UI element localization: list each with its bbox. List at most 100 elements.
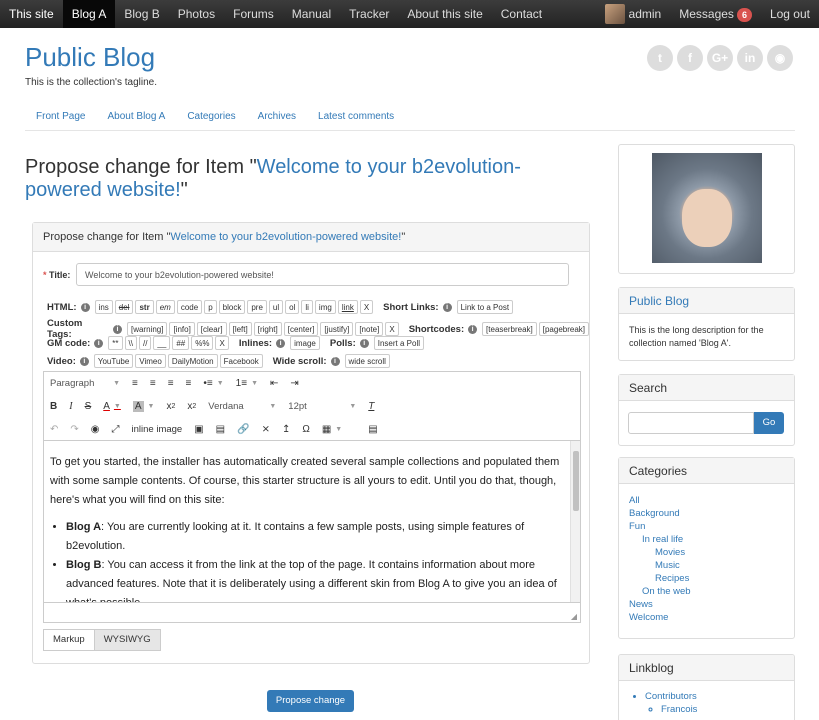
tb-note[interactable]: [note] <box>355 322 384 336</box>
linkblog-item-contributors[interactable]: Contributors <box>645 690 784 703</box>
tb-code[interactable]: code <box>176 300 203 314</box>
info-icon[interactable]: i <box>442 302 452 312</box>
tb-gm-bold[interactable]: ** <box>108 336 123 350</box>
link-icon[interactable]: 🔗 <box>231 418 255 441</box>
tb-block[interactable]: block <box>218 300 246 314</box>
blog-info-title[interactable]: Public Blog <box>619 288 794 314</box>
tb-youtube[interactable]: YouTube <box>93 354 134 368</box>
superscript-icon[interactable]: x2 <box>181 395 202 418</box>
tb-custom-close[interactable]: X <box>385 322 399 336</box>
align-justify-icon[interactable]: ≡ <box>180 372 198 395</box>
title-input[interactable] <box>76 263 569 286</box>
image-icon[interactable]: ▣ <box>188 418 209 441</box>
tb-ul[interactable]: ul <box>268 300 284 314</box>
tb-html-close[interactable]: X <box>359 300 374 314</box>
upload-icon[interactable]: ↥ <box>276 418 296 441</box>
align-right-icon[interactable]: ≡ <box>162 372 180 395</box>
tb-link-to-post[interactable]: Link to a Post <box>456 300 514 314</box>
nav-manual[interactable]: Manual <box>283 0 340 28</box>
font-family-select[interactable]: Verdana ▼ <box>202 397 282 417</box>
messages-link[interactable]: Messages 6 <box>670 0 761 28</box>
redo-icon[interactable]: ↷ <box>64 418 84 441</box>
propose-change-button[interactable]: Propose change <box>267 690 354 712</box>
tb-gm-underline[interactable]: __ <box>153 336 171 350</box>
nav-tracker[interactable]: Tracker <box>340 0 398 28</box>
category-music[interactable]: Music <box>629 559 784 572</box>
tb-gm-code[interactable]: %% <box>191 336 214 350</box>
category-news[interactable]: News <box>629 598 784 611</box>
info-icon[interactable]: i <box>80 302 90 312</box>
category-welcome[interactable]: Welcome <box>629 611 784 624</box>
category-on-the-web[interactable]: On the web <box>629 585 784 598</box>
editor-content[interactable]: To get you started, the installer has au… <box>44 441 572 603</box>
indent-icon[interactable]: ⇥ <box>284 372 304 395</box>
category-background[interactable]: Background <box>629 507 784 520</box>
tb-dailymotion[interactable]: DailyMotion <box>167 354 218 368</box>
info-icon[interactable]: i <box>79 356 89 366</box>
linkedin-icon[interactable]: in <box>737 45 763 71</box>
search-button[interactable]: Go <box>754 412 784 434</box>
nav-blog-a[interactable]: Blog A <box>62 0 116 28</box>
nav-archives[interactable]: Archives <box>247 108 307 125</box>
tb-justify[interactable]: [justify] <box>320 322 354 336</box>
format-select[interactable]: Paragraph ▼ <box>44 374 126 394</box>
italic-icon[interactable]: I <box>63 395 78 418</box>
inline-image-button[interactable]: inline image <box>126 418 189 441</box>
tb-info[interactable]: [info] <box>169 322 195 336</box>
align-center-icon[interactable]: ≡ <box>144 372 162 395</box>
clear-formatting-icon[interactable]: T <box>362 395 380 418</box>
tb-str[interactable]: str <box>135 300 154 314</box>
nav-blog-b[interactable]: Blog B <box>115 0 168 28</box>
search-input[interactable] <box>628 412 754 434</box>
background-color-icon[interactable]: A ▼ <box>127 395 161 418</box>
info-icon[interactable]: i <box>468 324 478 334</box>
tb-right[interactable]: [right] <box>253 322 282 336</box>
info-icon[interactable]: i <box>359 338 369 348</box>
tb-pre[interactable]: pre <box>247 300 267 314</box>
tb-insert-poll[interactable]: Insert a Poll <box>373 336 424 350</box>
tb-wide-scroll[interactable]: wide scroll <box>344 354 390 368</box>
facebook-icon[interactable]: f <box>677 45 703 71</box>
nav-photos[interactable]: Photos <box>169 0 224 28</box>
logout-link[interactable]: Log out <box>761 0 819 28</box>
category-movies[interactable]: Movies <box>629 546 784 559</box>
nav-contact[interactable]: Contact <box>492 0 551 28</box>
nav-front-page[interactable]: Front Page <box>25 108 96 125</box>
tb-em[interactable]: em <box>155 300 175 314</box>
blog-title[interactable]: Public Blog <box>25 42 155 73</box>
tab-wysiwyg[interactable]: WYSIWYG <box>94 629 161 651</box>
tb-gm-italic[interactable]: // <box>138 336 152 350</box>
bullet-list-icon[interactable]: •≡ ▼ <box>197 372 229 395</box>
nav-this-site[interactable]: This site <box>0 0 63 28</box>
outdent-icon[interactable]: ⇤ <box>264 372 284 395</box>
nav-categories[interactable]: Categories <box>176 108 246 125</box>
tb-gm-heading[interactable]: ## <box>172 336 190 350</box>
twitter-icon[interactable]: t <box>647 45 673 71</box>
tb-li[interactable]: li <box>301 300 313 314</box>
tb-pagebreak[interactable]: [pagebreak] <box>538 322 590 336</box>
tb-clear[interactable]: [clear] <box>196 322 227 336</box>
tb-img[interactable]: img <box>314 300 336 314</box>
find-replace-icon[interactable]: ◉ <box>85 418 106 441</box>
google-plus-icon[interactable]: G+ <box>707 45 733 71</box>
nav-about[interactable]: About this site <box>398 0 491 28</box>
resize-handle-icon[interactable]: ◢ <box>571 612 577 621</box>
panel-item-link[interactable]: Welcome to your b2evolution-powered webs… <box>170 231 401 243</box>
nav-forums[interactable]: Forums <box>224 0 283 28</box>
nav-about-blog-a[interactable]: About Blog A <box>96 108 176 125</box>
tb-del[interactable]: del <box>114 300 134 314</box>
strikethrough-icon[interactable]: S <box>79 395 98 418</box>
tb-p[interactable]: p <box>204 300 217 314</box>
media-icon[interactable]: ▤ <box>210 418 231 441</box>
category-all[interactable]: All <box>629 494 784 507</box>
editor-scrollbar[interactable] <box>570 441 580 603</box>
undo-icon[interactable]: ↶ <box>44 418 64 441</box>
tb-warning[interactable]: [warning] <box>126 322 168 336</box>
tb-gm-break[interactable]: \\ <box>124 336 137 350</box>
tb-facebook[interactable]: Facebook <box>219 354 263 368</box>
numbered-list-icon[interactable]: 1≡ ▼ <box>230 372 264 395</box>
tb-ol[interactable]: ol <box>285 300 300 314</box>
info-icon[interactable]: i <box>113 324 122 334</box>
tb-left[interactable]: [left] <box>228 322 252 336</box>
nav-latest-comments[interactable]: Latest comments <box>307 108 405 125</box>
